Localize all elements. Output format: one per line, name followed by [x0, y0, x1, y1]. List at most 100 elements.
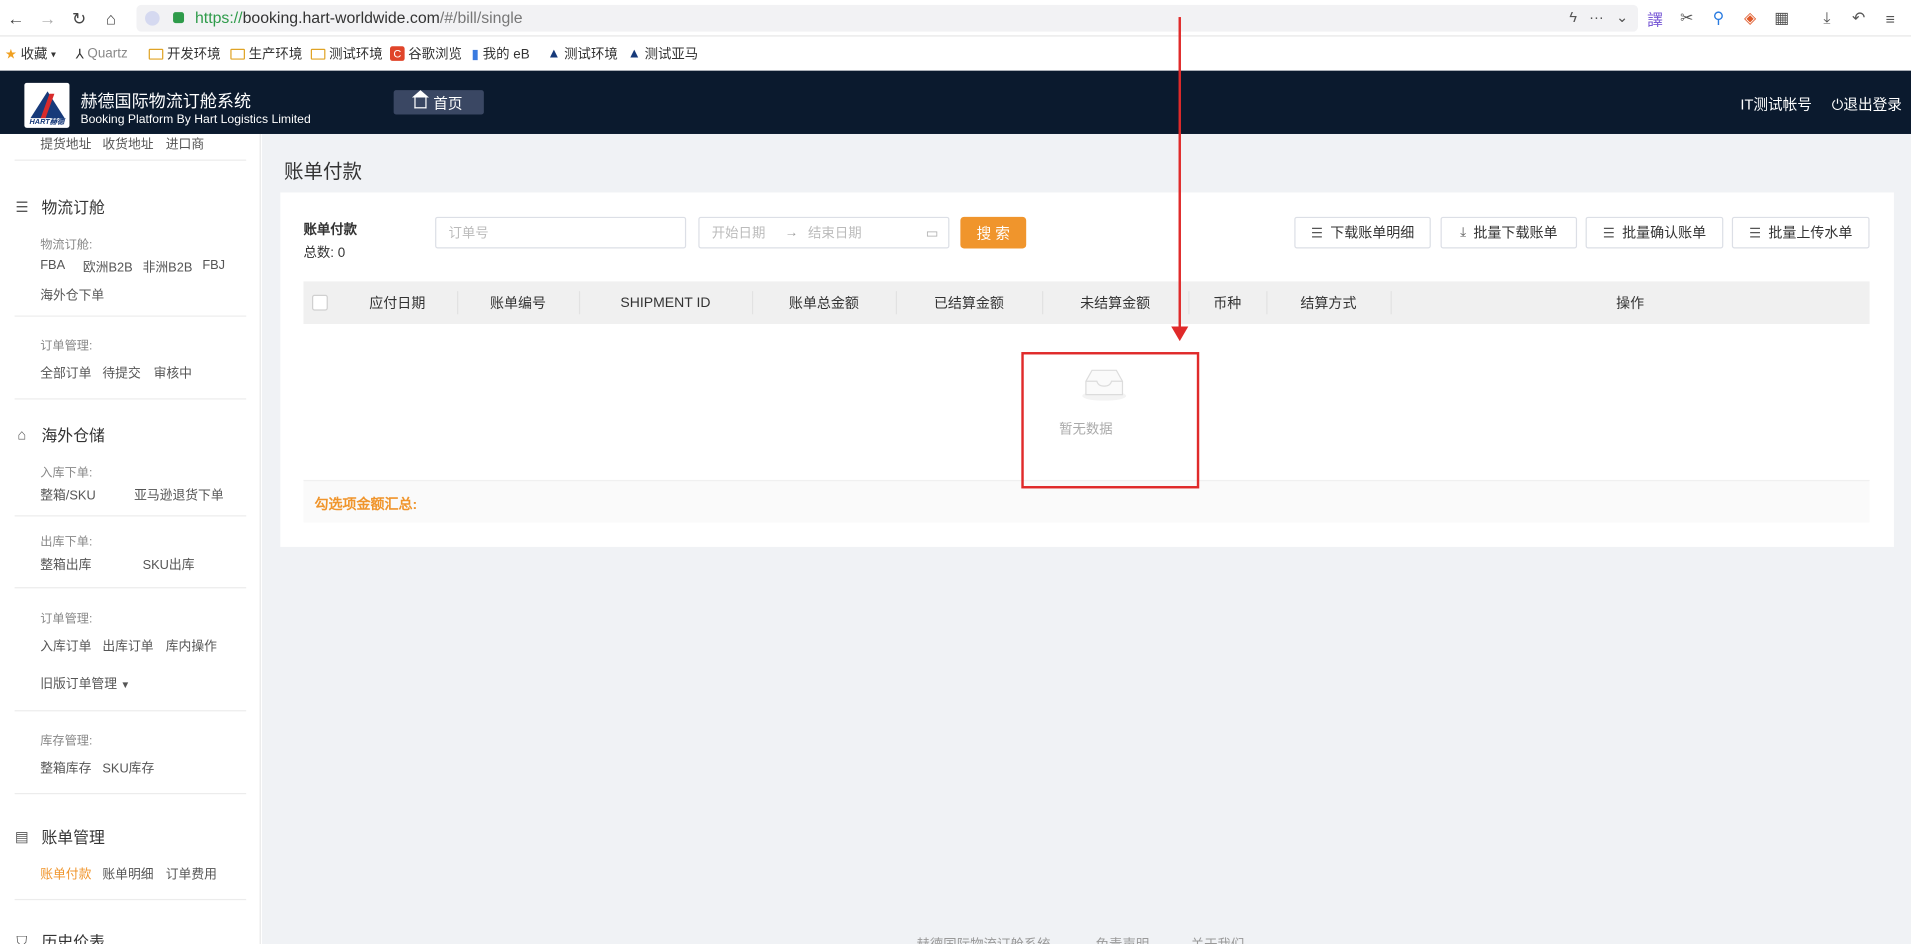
list-icon: ☰ [1748, 225, 1762, 241]
back-icon[interactable]: ← [5, 7, 27, 29]
sidebar-item-importer[interactable]: 进口商 [166, 135, 204, 153]
batch-confirm-bills-button[interactable]: ☰ 批量确认账单 [1585, 216, 1724, 249]
folder-icon [148, 48, 164, 60]
folder-icon [310, 48, 326, 60]
footer-link-about[interactable]: 关于我们 [1191, 934, 1245, 944]
sidebar-item-carton-sku[interactable]: 整箱/SKU [40, 486, 95, 504]
footer-link-system[interactable]: 赫德国际物流订舱系统 [917, 934, 1051, 944]
sidebar-item-carton-outbound[interactable]: 整箱出库 [40, 555, 91, 573]
sidebar-item-legacy-orders[interactable]: 旧版订单管理 ▼ [40, 675, 130, 693]
list-icon: ☰ [1602, 225, 1615, 241]
home-icon[interactable]: ⌂ [100, 7, 122, 29]
bookmark-test-env-2[interactable]: ▲ 测试环境 [547, 44, 618, 63]
start-date-input[interactable]: 开始日期 [712, 223, 766, 242]
bookmark-chrome[interactable]: C 谷歌浏览 [390, 44, 462, 63]
divider [14, 398, 247, 400]
sidebar-item-pending[interactable]: 待提交 [102, 364, 140, 382]
arrow-right-icon: → [784, 225, 799, 240]
bookmark-dev-env[interactable]: 开发环境 [148, 44, 221, 63]
end-date-input[interactable]: 结束日期 [808, 223, 862, 242]
col-settlement-method: 结算方式 [1300, 296, 1357, 312]
sidebar-item-eu-b2b[interactable]: 欧洲B2B [83, 258, 133, 276]
annotation-arrow-line [1178, 17, 1181, 332]
sidebar-item-all-orders[interactable]: 全部订单 [40, 364, 91, 382]
divider [14, 792, 247, 795]
sidebar-item-sku-stock[interactable]: SKU库存 [102, 759, 154, 777]
sidebar-item-outbound-orders[interactable]: 出库订单 [102, 637, 153, 655]
sidebar-item-sku-outbound[interactable]: SKU出库 [143, 555, 195, 573]
search-button[interactable]: 搜 索 [960, 216, 1027, 249]
undo-icon[interactable]: ↶ [1849, 9, 1869, 28]
stock-label: 库存管理: [40, 734, 93, 748]
batch-download-bills-button[interactable]: ⤓ 批量下载账单 [1440, 216, 1578, 249]
sidebar-item-carton-stock[interactable]: 整箱库存 [40, 759, 91, 777]
sidebar-section-warehouse[interactable]: ⌂ 海外仓储 [15, 423, 105, 446]
sidebar-item-delivery-address[interactable]: 收货地址 [102, 135, 153, 153]
gamepad-icon[interactable]: ◈ [1740, 9, 1760, 28]
footer-link-disclaimer[interactable]: 免责声明 [1096, 934, 1150, 944]
bookmark-favorites[interactable]: ★ 收藏 ▾ [5, 44, 56, 63]
bookmarks-bar: ★ 收藏 ▾ ⅄ Quartz 开发环境 生产环境 测试环境 C 谷歌浏览 ▮ 我的 eB… [0, 36, 1911, 71]
sidebar-item-reviewing[interactable]: 审核中 [154, 364, 192, 382]
search-icon[interactable]: ⚲ [1709, 9, 1729, 28]
logout-button[interactable]: ⏻退出登录 [1832, 94, 1902, 115]
sidebar-section-history[interactable]: ⛉ 历史价表 [15, 929, 104, 944]
booking-label: 物流订舱: [40, 238, 93, 253]
batch-upload-receipts-button[interactable]: ☰ 批量上传水单 [1731, 216, 1870, 249]
order-number-input[interactable]: 订单号 [435, 216, 687, 249]
sidebar-item-inbound-orders[interactable]: 入库订单 [40, 637, 91, 655]
reload-icon[interactable]: ↻ [68, 7, 90, 29]
col-unsettled-amount: 未结算金额 [1080, 296, 1151, 312]
bookmark-test-env[interactable]: 测试环境 [310, 44, 383, 63]
address-bar[interactable]: https://booking.hart-worldwide.com/#/bil… [136, 4, 1638, 32]
list-icon: ☰ [15, 197, 29, 215]
col-bill-total: 账单总金额 [788, 296, 859, 312]
site-info-icon[interactable] [145, 10, 160, 26]
sidebar-item-bill-details[interactable]: 账单明细 [102, 865, 153, 883]
apps-grid-icon[interactable]: ▦ [1772, 9, 1792, 28]
download-icon[interactable]: ⤓ [1817, 9, 1837, 28]
account-name[interactable]: IT测试帐号 [1740, 94, 1812, 115]
house-icon [412, 89, 430, 108]
table-header: 应付日期 账单编号 SHIPMENT ID 账单总金额 已结算金额 未结算金额 … [303, 281, 1870, 325]
calendar-icon: ▭ [925, 225, 939, 241]
bookmark-test-amazon[interactable]: ▲ 测试亚马 [628, 44, 699, 63]
lightning-icon[interactable]: ϟ [1569, 9, 1577, 26]
forward-icon[interactable]: → [37, 7, 59, 29]
hart-logo-icon: ▲ [627, 46, 641, 61]
col-due-date: 应付日期 [369, 296, 426, 312]
sidebar-section-logistics[interactable]: ☰ 物流订舱 [15, 195, 104, 218]
folder-icon [230, 48, 245, 60]
chevron-down-icon[interactable]: ⌄ [1616, 9, 1628, 26]
translate-icon[interactable]: 譯 [1645, 9, 1665, 28]
date-range-picker[interactable]: 开始日期 → 结束日期 ▭ [698, 216, 950, 249]
menu-icon[interactable]: ≡ [1881, 9, 1901, 28]
more-icon[interactable]: ··· [1589, 9, 1604, 26]
bookmark-ebay[interactable]: ▮ 我的 eB [472, 44, 530, 63]
sidebar-item-warehouse-ops[interactable]: 库内操作 [166, 637, 217, 655]
scissors-icon[interactable]: ✂ [1677, 9, 1697, 28]
sidebar-item-fbj[interactable]: FBJ [202, 258, 225, 273]
bill-icon: ▤ [15, 827, 29, 845]
bookmark-quartz[interactable]: ⅄ Quartz [76, 44, 128, 63]
sidebar-item-overseas-order[interactable]: 海外仓下单 [40, 286, 104, 304]
url-text: https://booking.hart-worldwide.com/#/bil… [195, 8, 523, 27]
dropdown-icon: ▾ [51, 48, 56, 60]
quartz-icon: ⅄ [75, 46, 84, 62]
sidebar-item-pickup-address[interactable]: 提货地址 [40, 135, 91, 153]
bookmark-prod-env[interactable]: 生产环境 [230, 44, 302, 63]
sidebar-item-fba[interactable]: FBA [40, 258, 65, 273]
sidebar-item-africa-b2b[interactable]: 非洲B2B [143, 258, 193, 276]
home-tab[interactable]: 首页 [393, 89, 484, 115]
divider [14, 710, 247, 712]
divider [14, 587, 247, 589]
sidebar-item-amazon-return[interactable]: 亚马逊退货下单 [134, 486, 224, 504]
col-bill-number: 账单编号 [489, 296, 546, 312]
page-title: 账单付款 [283, 162, 362, 183]
select-all-checkbox[interactable] [312, 294, 328, 311]
sidebar-section-billing[interactable]: ▤ 账单管理 [15, 825, 105, 848]
sidebar-item-order-fees[interactable]: 订单费用 [166, 865, 217, 883]
shield-icon: ⛉ [16, 932, 28, 944]
download-bill-details-button[interactable]: ☰ 下载账单明细 [1294, 216, 1431, 249]
sidebar-item-bill-payment[interactable]: 账单付款 [40, 865, 91, 883]
